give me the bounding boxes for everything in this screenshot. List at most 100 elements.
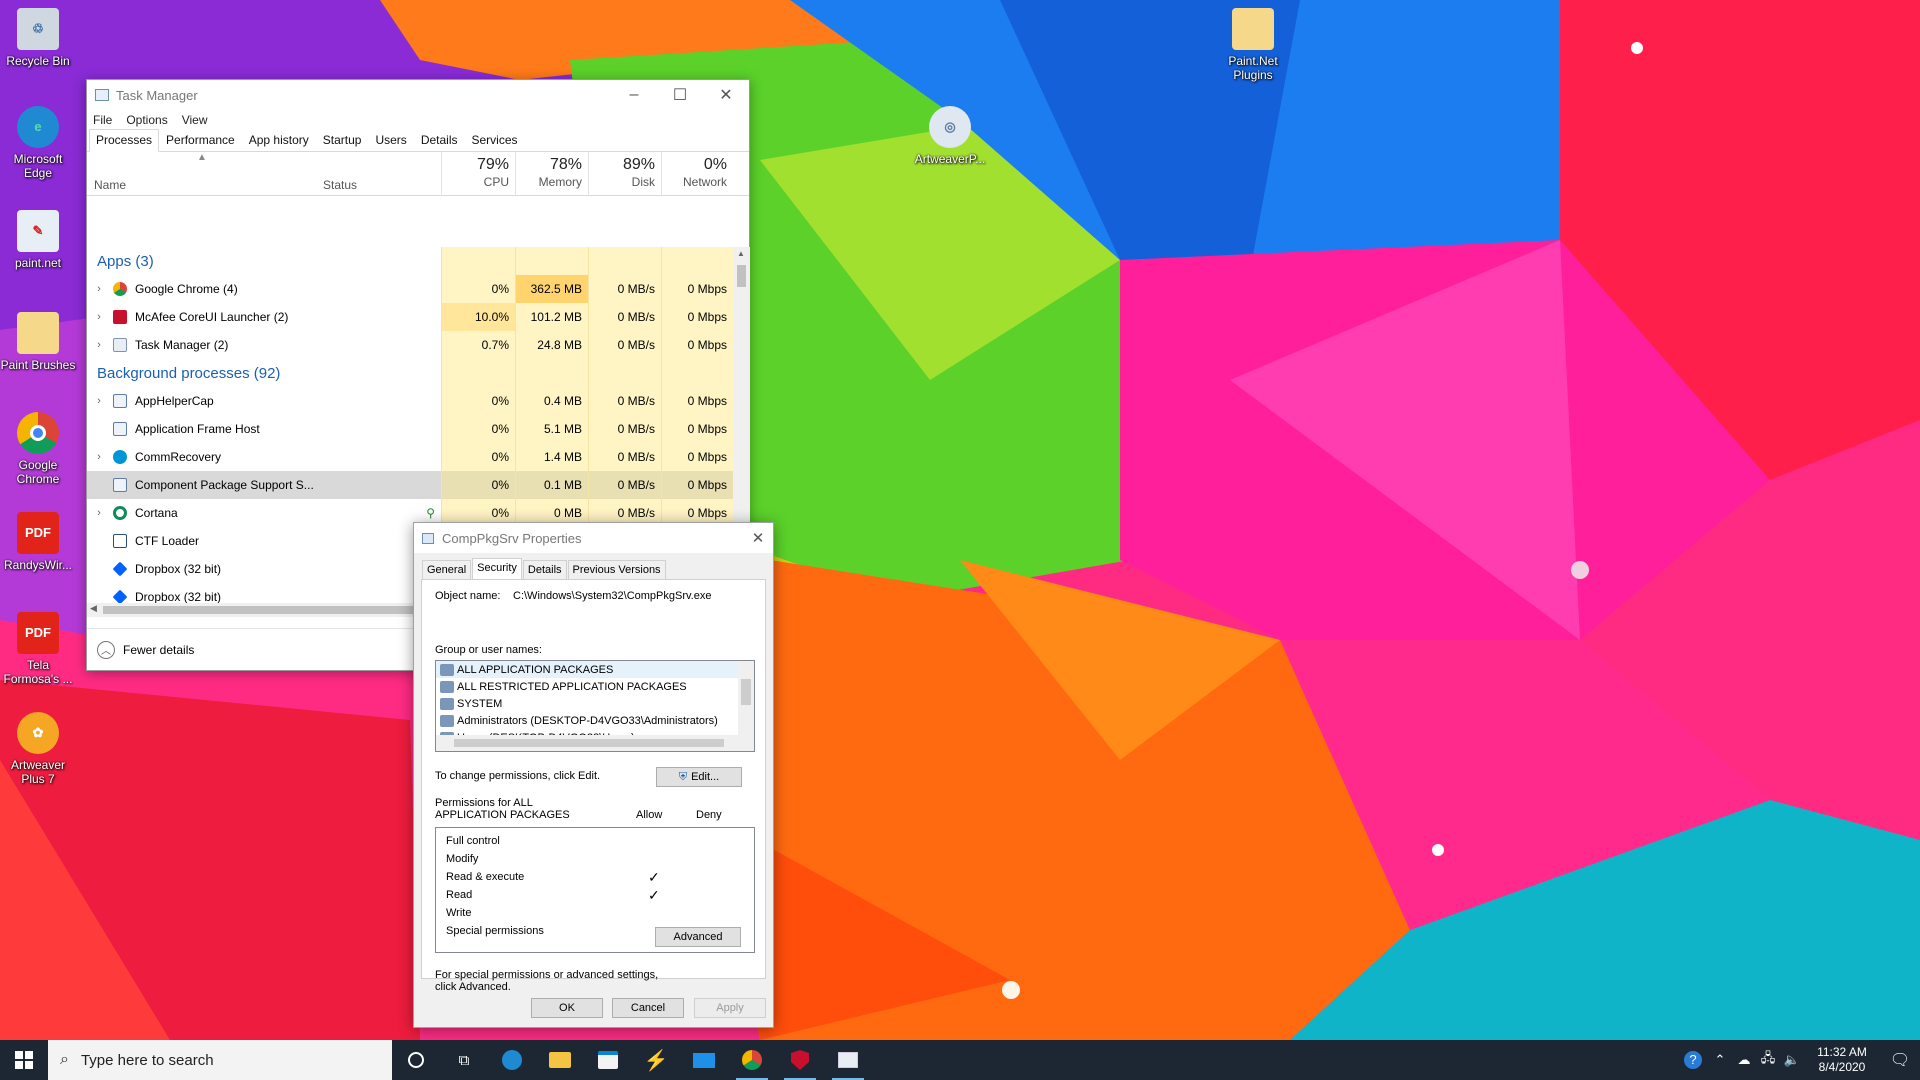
- task-view-button[interactable]: ⧉: [440, 1040, 488, 1080]
- desktop-icon-artweaver-installer[interactable]: ◎ ArtweaverP...: [912, 106, 988, 166]
- menu-view[interactable]: View: [182, 113, 208, 127]
- clock[interactable]: 11:32 AM 8/4/2020: [1804, 1045, 1880, 1075]
- chevron-right-icon[interactable]: ›: [91, 507, 107, 519]
- disk-cell: 0 MB/s: [588, 471, 661, 499]
- start-button[interactable]: [0, 1040, 48, 1080]
- title-bar[interactable]: Task Manager – ☐ ✕: [87, 80, 749, 110]
- user-list[interactable]: ALL APPLICATION PACKAGES ALL RESTRICTED …: [435, 660, 755, 752]
- tab-processes[interactable]: Processes: [89, 129, 160, 152]
- column-status[interactable]: Status: [323, 178, 357, 192]
- column-network[interactable]: 0% Network: [661, 152, 733, 196]
- user-item[interactable]: SYSTEM: [436, 695, 754, 712]
- user-item[interactable]: ALL APPLICATION PACKAGES: [436, 661, 754, 678]
- apply-button[interactable]: Apply: [694, 998, 766, 1018]
- column-cpu[interactable]: 79% CPU: [441, 152, 515, 196]
- user-item[interactable]: ALL RESTRICTED APPLICATION PACKAGES: [436, 678, 754, 695]
- desktop-icon-randyswir[interactable]: PDF RandysWir...: [0, 512, 76, 572]
- menu-options[interactable]: Options: [126, 113, 167, 127]
- scroll-thumb[interactable]: [737, 265, 746, 287]
- process-row[interactable]: › McAfee CoreUI Launcher (2) 10.0% 101.2 MB…: [87, 303, 733, 331]
- desktop-icon-chrome[interactable]: Google Chrome: [0, 412, 76, 486]
- process-name: AppHelperCap: [135, 394, 214, 408]
- process-row[interactable]: › CommRecovery 0% 1.4 MB 0 MB/s 0 Mbps: [87, 443, 733, 471]
- advanced-button[interactable]: Advanced: [655, 927, 741, 947]
- tab-startup[interactable]: Startup: [316, 129, 369, 151]
- minimize-button[interactable]: –: [611, 80, 657, 110]
- memory-label: Memory: [538, 175, 582, 189]
- vertical-scrollbar[interactable]: [738, 661, 754, 737]
- scroll-thumb[interactable]: [454, 739, 724, 747]
- taskbar-edge[interactable]: [488, 1040, 536, 1080]
- tab-details[interactable]: Details: [522, 560, 567, 581]
- taskbar-file-explorer[interactable]: [536, 1040, 584, 1080]
- tab-users[interactable]: Users: [368, 129, 413, 151]
- cortana-button[interactable]: [392, 1040, 440, 1080]
- desktop-icon-paintnet-plugins[interactable]: Paint.Net Plugins: [1215, 8, 1291, 82]
- horizontal-scrollbar[interactable]: [436, 735, 754, 751]
- tab-services[interactable]: Services: [465, 129, 525, 151]
- menu-file[interactable]: File: [93, 113, 112, 127]
- tab-security[interactable]: Security: [472, 558, 522, 579]
- help-icon[interactable]: ?: [1684, 1051, 1702, 1069]
- desktop-icon-tela-formosa[interactable]: PDF Tela Formosa's ...: [0, 612, 76, 686]
- volume-icon[interactable]: 🔈: [1780, 1052, 1804, 1068]
- close-button[interactable]: ✕: [703, 80, 749, 110]
- desktop-icon-paint-brushes[interactable]: Paint Brushes: [0, 312, 76, 372]
- desktop-icon-paintnet[interactable]: ✎ paint.net: [0, 210, 76, 270]
- tab-app-history[interactable]: App history: [242, 129, 316, 151]
- taskbar-visual-studio[interactable]: ⚡: [632, 1040, 680, 1080]
- desktop-icon-label: Paint.Net Plugins: [1228, 54, 1278, 82]
- process-row[interactable]: Application Frame Host 0% 5.1 MB 0 MB/s 0 Mb…: [87, 415, 733, 443]
- tab-previous-versions[interactable]: Previous Versions: [567, 560, 666, 581]
- chevron-right-icon[interactable]: ›: [91, 395, 107, 407]
- chevron-right-icon[interactable]: ›: [91, 311, 107, 323]
- taskbar-mail[interactable]: [680, 1040, 728, 1080]
- scroll-thumb[interactable]: [741, 679, 751, 705]
- windows-logo-icon: [15, 1051, 33, 1069]
- close-button[interactable]: ✕: [743, 529, 773, 547]
- tab-details[interactable]: Details: [414, 129, 465, 151]
- scroll-left-icon[interactable]: ◀: [90, 603, 97, 614]
- network-cell: 0 Mbps: [661, 303, 733, 331]
- chevron-right-icon[interactable]: ›: [91, 451, 107, 463]
- network-icon[interactable]: 🖧: [1756, 1049, 1780, 1071]
- taskbar-mcafee[interactable]: [776, 1040, 824, 1080]
- tab-general[interactable]: General: [422, 560, 472, 581]
- taskbar-search-box[interactable]: ⌕ Type here to search: [48, 1040, 392, 1080]
- chevron-right-icon[interactable]: ›: [91, 339, 107, 351]
- process-row[interactable]: Component Package Support S... 0% 0.1 MB 0 …: [87, 471, 733, 499]
- clock-time: 11:32 AM: [1817, 1045, 1867, 1059]
- tab-performance[interactable]: Performance: [159, 129, 242, 151]
- cancel-button[interactable]: Cancel: [612, 998, 684, 1018]
- maximize-button[interactable]: ☐: [657, 80, 703, 110]
- scroll-up-icon[interactable]: ▲: [737, 249, 745, 258]
- taskbar-store[interactable]: [584, 1040, 632, 1080]
- taskbar-task-manager[interactable]: [824, 1040, 872, 1080]
- disk-cell: 0 MB/s: [588, 415, 661, 443]
- paintnet-icon: ✎: [17, 210, 59, 252]
- ok-button[interactable]: OK: [531, 998, 603, 1018]
- column-name[interactable]: Name: [94, 178, 126, 192]
- process-row[interactable]: › Google Chrome (4) 0% 362.5 MB 0 MB/s 0 Mbps: [87, 275, 733, 303]
- onedrive-icon[interactable]: ☁: [1732, 1052, 1756, 1068]
- dialog-title-bar[interactable]: CompPkgSrv Properties ✕: [414, 523, 773, 553]
- network-label: Network: [682, 175, 727, 189]
- process-row[interactable]: › AppHelperCap 0% 0.4 MB 0 MB/s 0 Mbps: [87, 387, 733, 415]
- desktop-icon-recycle-bin[interactable]: ♲ Recycle Bin: [0, 8, 76, 68]
- notifications-icon[interactable]: 🗨: [1880, 1050, 1920, 1070]
- taskbar-chrome[interactable]: [728, 1040, 776, 1080]
- process-name: Dropbox (32 bit): [135, 562, 222, 576]
- edit-button[interactable]: ⛨ Edit...: [656, 767, 742, 787]
- chevron-up-icon[interactable]: ⌃: [1708, 1052, 1732, 1068]
- advanced-text: For special permissions or advanced sett…: [435, 969, 659, 981]
- column-disk[interactable]: 89% Disk: [588, 152, 661, 196]
- desktop-icon-artweaver[interactable]: ✿ Artweaver Plus 7: [0, 712, 76, 786]
- user-item[interactable]: Administrators (DESKTOP-D4VGO33\Administ…: [436, 712, 754, 729]
- process-name: CommRecovery: [135, 450, 222, 464]
- advanced-text: click Advanced.: [435, 981, 511, 993]
- chevron-right-icon[interactable]: ›: [91, 283, 107, 295]
- process-row[interactable]: › Task Manager (2) 0.7% 24.8 MB 0 MB/s 0 Mbps: [87, 331, 733, 359]
- column-memory[interactable]: 78% Memory: [515, 152, 588, 196]
- memory-cell: 0.4 MB: [515, 387, 588, 415]
- desktop-icon-edge[interactable]: e Microsoft Edge: [0, 106, 76, 180]
